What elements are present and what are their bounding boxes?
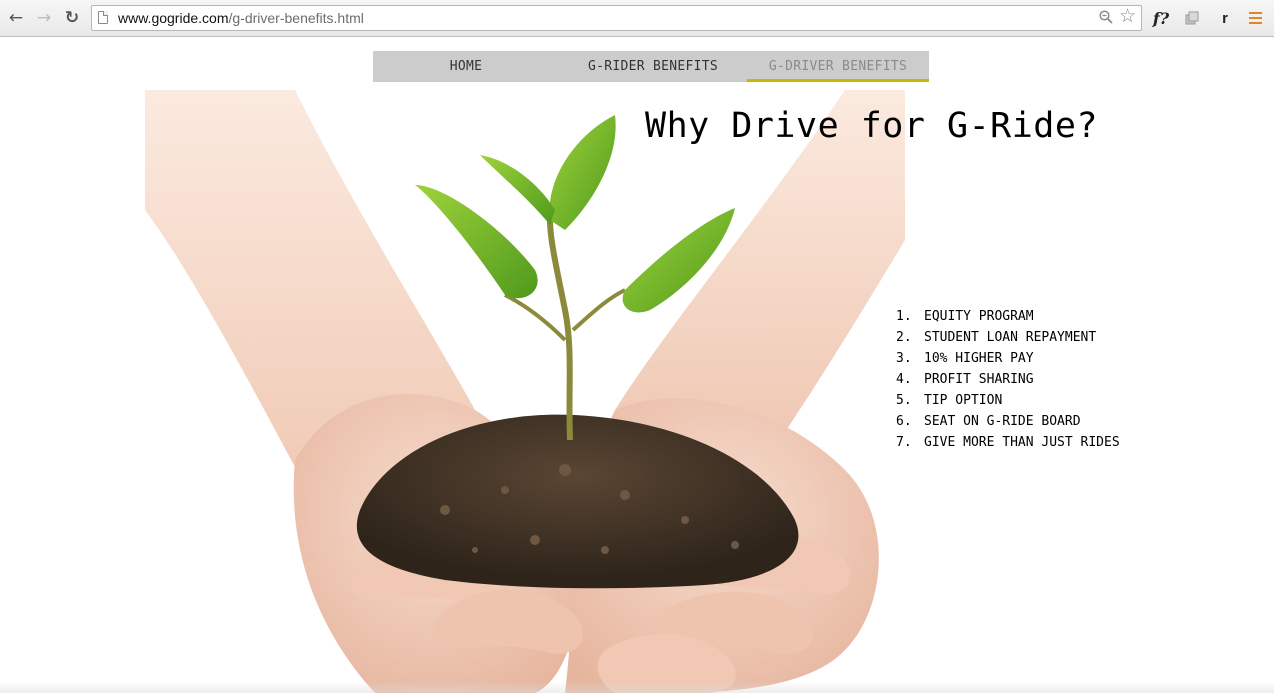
benefit-text: GIVE MORE THAN JUST RIDES [924,435,1120,450]
extension-f-button[interactable]: f? [1151,7,1171,29]
hands-seedling-image [145,90,905,693]
url-domain: www.gogride.com [118,10,229,26]
benefits-list: 1. EQUITY PROGRAM 2. STUDENT LOAN REPAYMEN… [896,306,1120,453]
menu-bar-icon [1248,12,1262,14]
benefit-item: 7. GIVE MORE THAN JUST RIDES [896,432,1120,453]
benefit-text: SEAT ON G-RIDE BOARD [924,414,1081,429]
benefit-number: 7. [896,435,912,450]
benefit-item: 4. PROFIT SHARING [896,369,1120,390]
page-icon [98,11,108,24]
benefit-text: TIP OPTION [924,393,1003,408]
benefit-number: 6. [896,414,912,429]
zoom-icon[interactable] [1099,10,1113,24]
benefit-item: 3. 10% HIGHER PAY [896,348,1120,369]
benefit-item: 2. STUDENT LOAN REPAYMENT [896,327,1120,348]
benefit-item: 1. EQUITY PROGRAM [896,306,1120,327]
benefit-text: STUDENT LOAN REPAYMENT [924,330,1097,345]
benefit-text: 10% HIGHER PAY [924,351,1034,366]
page-bottom-shadow [0,681,1274,693]
benefit-text: EQUITY PROGRAM [924,309,1034,324]
nav-tab-g-driver-benefits[interactable]: G-DRIVER BENEFITS [747,51,929,82]
benefit-item: 5. TIP OPTION [896,390,1120,411]
bookmark-star-icon[interactable]: ☆ [1119,7,1136,26]
benefit-number: 1. [896,309,912,324]
back-arrow-icon: ← [8,7,24,28]
url-text[interactable]: www.gogride.com/g-driver-benefits.html [118,10,364,26]
extension-box-icon [1185,11,1199,25]
benefit-number: 5. [896,393,912,408]
benefit-number: 2. [896,330,912,345]
benefit-number: 3. [896,351,912,366]
reload-icon: ↻ [64,7,80,28]
browser-toolbar: ← → ↻ www.gogride.com/g-driver-benefits.… [0,0,1274,37]
benefit-number: 4. [896,372,912,387]
forward-arrow-icon: → [36,7,52,28]
main-navigation: HOME G-RIDER BENEFITS G-DRIVER BENEFITS [373,51,929,82]
back-button[interactable]: ← [5,7,27,29]
extension-box-button[interactable] [1183,7,1201,29]
extension-r-label: r [1222,9,1228,27]
extension-r-button[interactable]: r [1217,7,1233,29]
page-headline: Why Drive for G-Ride? [645,106,1099,146]
browser-menu-button[interactable] [1247,7,1263,29]
benefit-text: PROFIT SHARING [924,372,1034,387]
forward-button[interactable]: → [33,7,55,29]
nav-tab-home[interactable]: HOME [373,51,559,82]
url-path: /g-driver-benefits.html [228,10,364,26]
benefit-item: 6. SEAT ON G-RIDE BOARD [896,411,1120,432]
menu-bar-icon [1248,22,1262,24]
address-bar[interactable]: www.gogride.com/g-driver-benefits.html ☆ [91,5,1142,31]
extension-f-label: f? [1152,8,1170,28]
menu-bar-icon [1248,17,1262,19]
reload-button[interactable]: ↻ [61,7,83,29]
nav-tab-g-rider-benefits[interactable]: G-RIDER BENEFITS [559,51,747,82]
